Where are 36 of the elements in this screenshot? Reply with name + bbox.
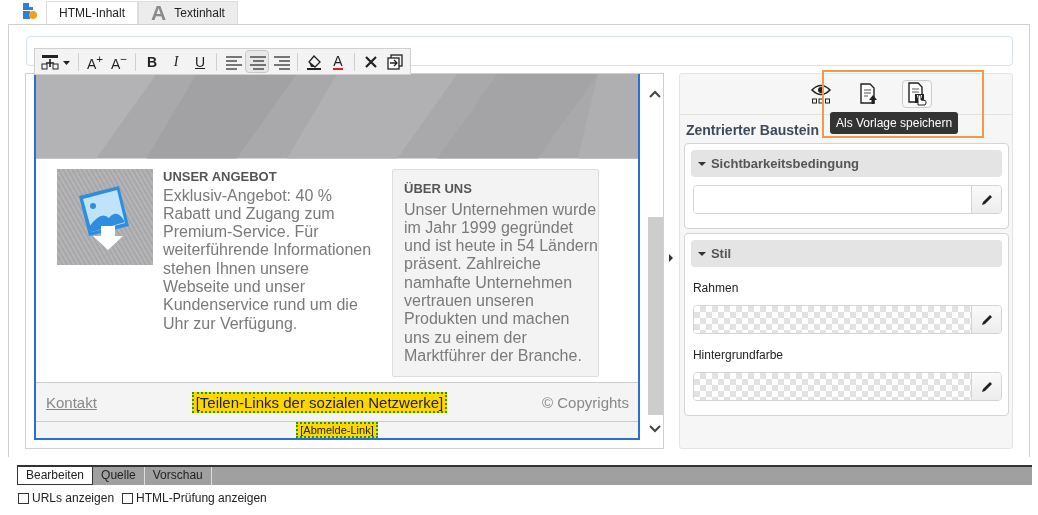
italic-button[interactable]: I [164,50,188,73]
offer-heading: UNSER ANGEBOT [163,168,278,184]
content-tab[interactable]: A Textinhalt [138,1,238,24]
checkbox[interactable] [122,492,134,504]
section-header[interactable]: Sichtbarkeitsbedingung [690,150,1002,177]
caret-icon[interactable] [697,250,706,257]
html-document-icon [22,2,38,20]
social-links-field[interactable]: [Teilen-Links der sozialen Netzwerke] [191,391,448,413]
caret-icon[interactable] [697,160,706,167]
offer-text: Exklusiv-Angebot: 40 % Rabatt und Zugang zum Premium-Service. Für weiterführende Informationen stehen Ihnen unsere Webseite und unser Kundenservice rund um die Uhr zur Verfügung. [163,186,373,333]
font-color-button[interactable]: A [326,50,350,73]
checkbox[interactable] [18,492,29,504]
scroll-up-icon[interactable] [649,89,661,99]
expand-handle-icon[interactable] [668,254,675,262]
view-tab[interactable]: Quelle [93,467,145,485]
grow-button[interactable]: A$^{+}$ [83,50,107,73]
unsubscribe-link-field[interactable]: [Abmelde-Link] [296,422,378,438]
scroll-down-icon[interactable] [649,424,661,434]
view-tab[interactable]: Bearbeiten [17,467,94,485]
about-heading: ÜBER UNS [404,180,473,196]
about-text: Unser Unternehmen wurde im Jahr 1999 gegründet und ist heute in 54 Ländern präsent. Zahlreiche namhafte Unternehmen vertrauen unseren Produkten und machen uns zu einem der Marktführer der Branche. [404,200,598,366]
bold-button[interactable]: B [140,50,164,73]
section-header[interactable]: Stil [690,240,1002,267]
field-label: Hintergrundfarbe [692,348,784,362]
shrink-button[interactable]: A$^{−}$ [107,50,131,73]
underline-button[interactable]: U [188,50,212,73]
align-center-button[interactable] [245,50,269,73]
save-template-button[interactable] [901,80,932,108]
checkbox-label: URLs anzeigen [32,491,115,505]
field-label: Rahmen [692,281,740,295]
view-tab[interactable]: Vorschau [144,467,212,485]
checkbox-label: HTML-Prüfung anzeigen [136,491,267,505]
block-title: Zentrierter Baustein [684,121,820,140]
content-tab[interactable]: HTML-Inhalt [46,1,139,24]
tooltip: Als Vorlage speichern [830,112,959,134]
copyright-text: © Copyrights [542,393,629,411]
